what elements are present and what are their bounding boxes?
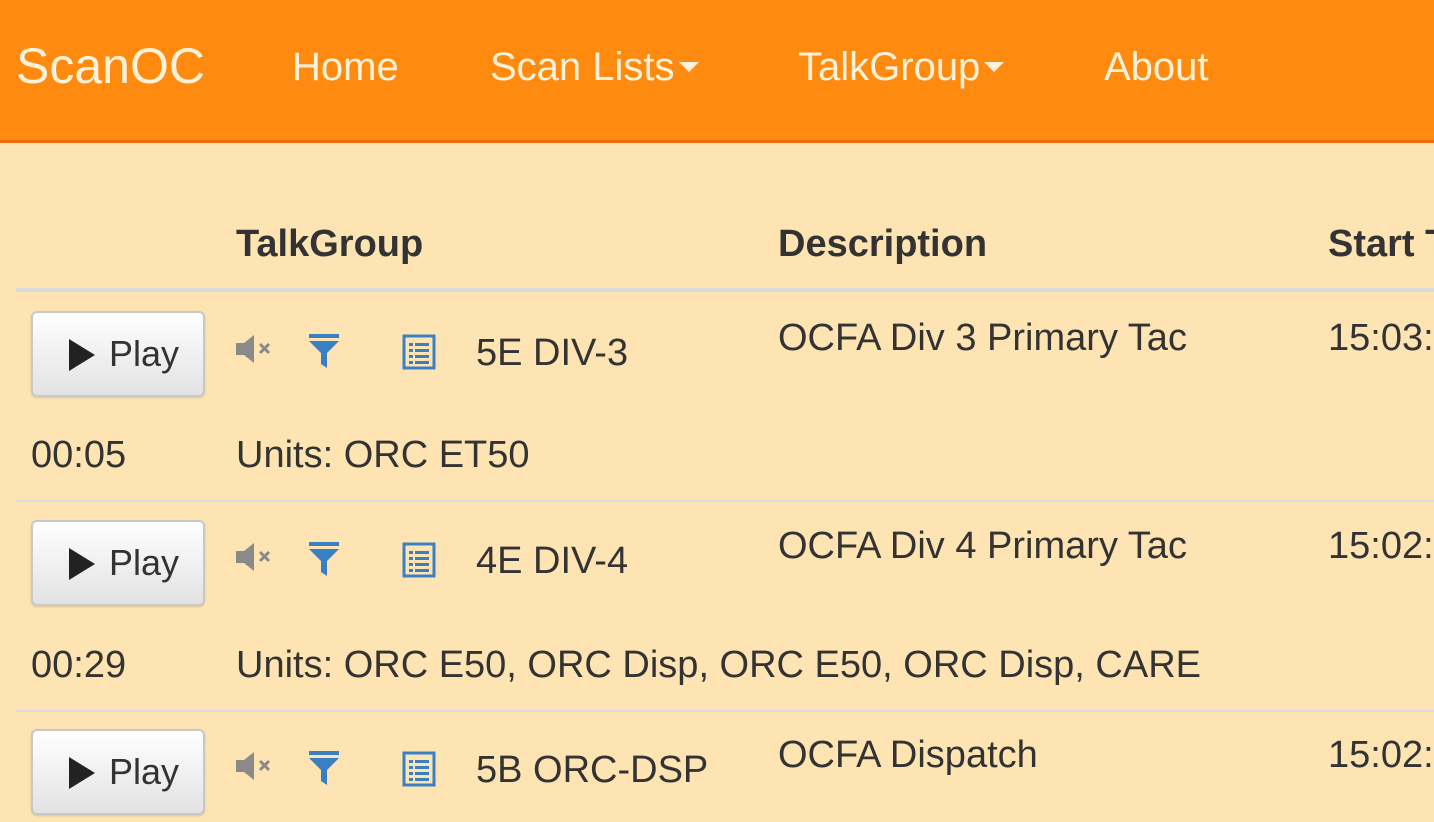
talkgroup-cell: 4E DIV-4 (476, 540, 629, 582)
talkgroup-cell: 5E DIV-3 (476, 332, 629, 374)
talkgroup-cell: 5B ORC-DSP (476, 749, 709, 791)
navbar: ScanOC Home Scan Lists TalkGroup About (0, 0, 1434, 143)
column-header-description[interactable]: Description (778, 222, 987, 266)
caret-down-icon (984, 62, 1005, 73)
nav-home[interactable]: Home (292, 44, 399, 90)
nav-scan-lists-dropdown[interactable]: Scan Lists (490, 44, 699, 90)
row-divider (16, 500, 1434, 502)
units-cell: Units: ORC ET50 (236, 434, 530, 476)
filter-icon[interactable] (308, 750, 340, 786)
play-button-label: Play (109, 333, 180, 374)
play-icon (69, 339, 95, 371)
start-time-cell: 15:02: (1328, 525, 1434, 567)
units-cell: Units: ORC E50, ORC Disp, ORC E50, ORC D… (236, 644, 1201, 686)
brand-logo[interactable]: ScanOC (16, 36, 205, 96)
mute-icon[interactable] (234, 334, 276, 364)
play-button-label: Play (109, 751, 180, 792)
list-icon[interactable] (402, 751, 436, 787)
start-time-cell: 15:03: (1328, 317, 1434, 359)
mute-icon[interactable] (234, 751, 276, 781)
nav-scan-lists-label: Scan Lists (490, 45, 675, 89)
description-cell: OCFA Dispatch (778, 734, 1038, 776)
start-time-cell: 15:02: (1328, 734, 1434, 776)
duration-cell: 00:29 (31, 644, 127, 686)
filter-icon[interactable] (308, 541, 340, 577)
column-header-talkgroup[interactable]: TalkGroup (236, 222, 423, 266)
description-cell: OCFA Div 3 Primary Tac (778, 317, 1187, 359)
play-button[interactable]: Play (31, 729, 205, 815)
nav-talkgroup-label: TalkGroup (798, 45, 981, 89)
list-icon[interactable] (402, 334, 436, 370)
play-button-label: Play (109, 542, 180, 583)
play-button[interactable]: Play (31, 520, 205, 606)
row-divider (16, 710, 1434, 712)
nav-about[interactable]: About (1104, 44, 1209, 90)
mute-icon[interactable] (234, 542, 276, 572)
column-header-start-time[interactable]: Start T (1328, 222, 1434, 266)
play-icon (69, 548, 95, 580)
duration-cell: 00:05 (31, 434, 127, 476)
play-icon (69, 757, 95, 789)
caret-down-icon (678, 62, 699, 73)
play-button[interactable]: Play (31, 311, 205, 397)
nav-talkgroup-dropdown[interactable]: TalkGroup (798, 44, 1005, 90)
description-cell: OCFA Div 4 Primary Tac (778, 525, 1187, 567)
list-icon[interactable] (402, 542, 436, 578)
table-header-divider (16, 288, 1434, 292)
filter-icon[interactable] (308, 333, 340, 369)
